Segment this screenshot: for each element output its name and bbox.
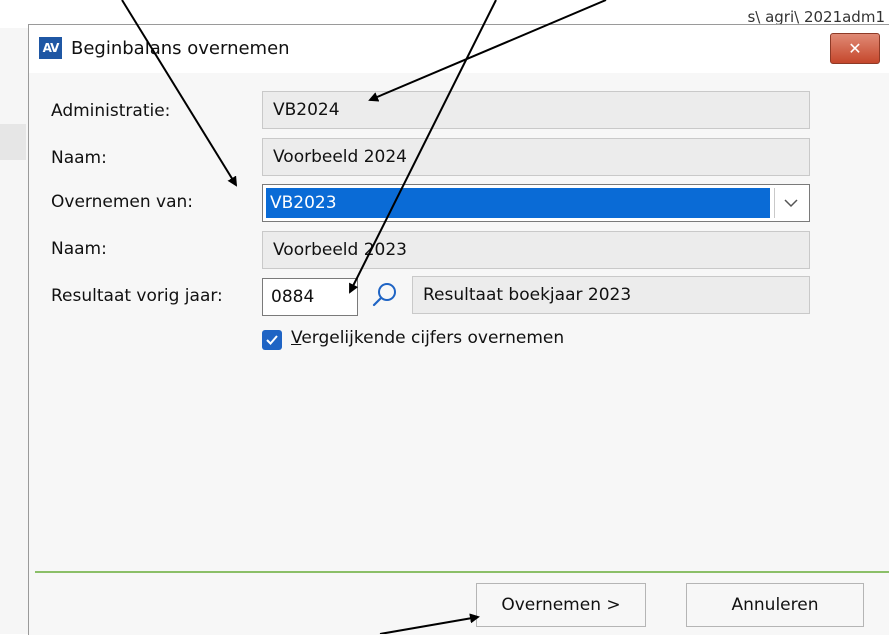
administratie-label: Administratie: [51,101,171,121]
overnemen-van-value: VB2023 [266,188,770,218]
vergelijkende-checkbox[interactable] [262,330,282,350]
vergelijkende-label-text: ergelijkende cijfers overnemen [301,328,565,348]
overnemen-van-select[interactable]: VB2023 [262,184,810,222]
overnemen-van-label: Overnemen van: [51,192,194,212]
naam2-label: Naam: [51,239,107,259]
close-button[interactable]: ✕ [830,33,880,64]
annuleren-button[interactable]: Annuleren [686,583,864,627]
footer-divider [35,571,889,573]
vergelijkende-label[interactable]: Vergelijkende cijfers overnemen [291,328,564,348]
checkmark-icon [266,335,278,345]
resultaat-label: Resultaat vorig jaar: [51,286,223,306]
dialog-title: Beginbalans overnemen [71,38,290,59]
chevron-down-icon [784,198,798,207]
resultaat-code-input[interactable]: 0884 [262,278,358,316]
title-bar: AV Beginbalans overnemen ✕ [29,25,889,73]
vergelijkende-label-mnemonic: V [291,328,302,348]
administratie-field: VB2024 [262,91,810,129]
search-button[interactable] [369,279,401,311]
beginbalans-dialog: AV Beginbalans overnemen ✕ Administratie… [28,24,889,635]
dropdown-button[interactable] [774,188,807,218]
close-icon: ✕ [848,39,862,58]
overnemen-button[interactable]: Overnemen > [476,583,646,627]
background-row [0,124,26,160]
naam1-label: Naam: [51,148,107,168]
app-icon: AV [39,37,62,59]
naam2-field: Voorbeeld 2023 [262,231,810,269]
naam1-field: Voorbeeld 2024 [262,138,810,176]
search-icon [372,283,396,307]
resultaat-omschrijving-field: Resultaat boekjaar 2023 [412,276,810,314]
